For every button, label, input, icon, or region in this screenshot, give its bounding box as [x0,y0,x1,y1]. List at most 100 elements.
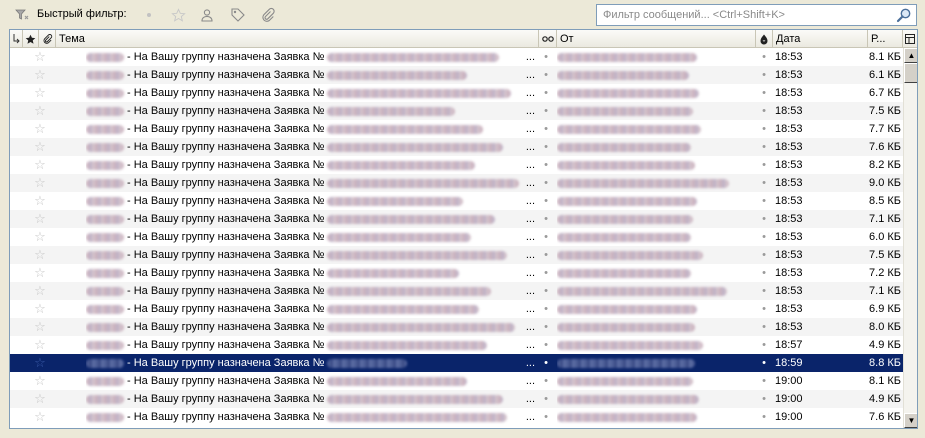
junk-status-icon[interactable]: • [760,192,768,210]
star-toggle-icon[interactable]: ☆ [31,138,49,156]
read-status-icon[interactable]: • [542,408,550,426]
message-filter-input[interactable]: Фильтр сообщений... <Ctrl+Shift+K> [596,4,917,26]
star-toggle-icon[interactable]: ☆ [31,390,49,408]
junk-status-icon[interactable]: • [760,174,768,192]
junk-status-icon[interactable]: • [760,318,768,336]
scroll-down-button[interactable]: ▼ [904,413,917,428]
read-status-icon[interactable]: • [542,210,550,228]
star-toggle-icon[interactable]: ☆ [31,102,49,120]
junk-status-icon[interactable]: • [760,246,768,264]
message-row[interactable]: ☆ - На Вашу группу назначена Заявка №... •… [10,66,903,84]
date-column-header[interactable]: Дата [773,30,868,48]
message-row[interactable]: ☆ - На Вашу группу назначена Заявка №... •… [10,102,903,120]
message-row[interactable]: ☆ - На Вашу группу назначена Заявка №... •… [10,264,903,282]
star-toggle-icon[interactable]: ☆ [31,192,49,210]
vertical-scrollbar[interactable]: ▲ ▼ [903,48,917,428]
star-toggle-icon[interactable]: ☆ [31,300,49,318]
message-row[interactable]: ☆ - На Вашу группу назначена Заявка №... •… [10,282,903,300]
star-toggle-icon[interactable]: ☆ [31,336,49,354]
read-status-icon[interactable]: • [542,48,550,66]
read-status-icon[interactable]: • [542,66,550,84]
message-row[interactable]: ☆ - На Вашу группу назначена Заявка №... •… [10,210,903,228]
junk-status-icon[interactable]: • [760,156,768,174]
star-toggle-icon[interactable]: ☆ [31,48,49,66]
junk-status-icon[interactable]: • [760,372,768,390]
message-row[interactable]: ☆ - На Вашу группу назначена Заявка №... •… [10,120,903,138]
read-status-icon[interactable]: • [542,84,550,102]
quick-filter-toggle-icon[interactable] [13,6,31,24]
read-column-icon[interactable] [539,30,557,48]
read-status-icon[interactable]: • [542,138,550,156]
message-row[interactable]: ☆ - На Вашу группу назначена Заявка №... •… [10,138,903,156]
scroll-up-button[interactable]: ▲ [904,48,917,63]
junk-status-icon[interactable]: • [760,48,768,66]
junk-status-icon[interactable]: • [760,354,768,372]
junk-status-icon[interactable]: • [760,138,768,156]
message-row[interactable]: ☆ - На Вашу группу назначена Заявка №... •… [10,48,903,66]
from-column-header[interactable]: От [557,30,756,48]
contact-filter-icon[interactable] [198,6,216,24]
message-row[interactable]: ☆ - На Вашу группу назначена Заявка №... •… [10,174,903,192]
attachment-filter-icon[interactable] [259,6,277,24]
read-status-icon[interactable]: • [542,300,550,318]
junk-status-icon[interactable]: • [760,264,768,282]
column-picker-icon[interactable] [903,30,917,48]
scrollbar-thumb[interactable] [904,63,917,83]
read-status-icon[interactable]: • [542,228,550,246]
subject-column-header[interactable]: Тема [56,30,539,48]
message-row[interactable]: ☆ - На Вашу группу назначена Заявка №... •… [10,318,903,336]
read-status-icon[interactable]: • [542,390,550,408]
junk-status-icon[interactable]: • [760,300,768,318]
attachment-column-icon[interactable] [39,30,56,48]
star-toggle-icon[interactable]: ☆ [31,246,49,264]
message-row[interactable]: ☆ - На Вашу группу назначена Заявка №... •… [10,336,903,354]
read-status-icon[interactable]: • [542,120,550,138]
message-row[interactable]: ☆ - На Вашу группу назначена Заявка №... •… [10,156,903,174]
tag-filter-icon[interactable] [229,6,247,24]
star-toggle-icon[interactable]: ☆ [31,228,49,246]
star-toggle-icon[interactable]: ☆ [31,174,49,192]
search-icon[interactable] [896,7,912,23]
read-status-icon[interactable]: • [542,372,550,390]
junk-status-icon[interactable]: • [760,390,768,408]
message-row[interactable]: ☆ - На Вашу группу назначена Заявка №... •… [10,372,903,390]
junk-status-icon[interactable]: • [760,210,768,228]
message-row[interactable]: ☆ - На Вашу группу назначена Заявка №... •… [10,192,903,210]
message-row[interactable]: ☆ - На Вашу группу назначена Заявка №... •… [10,246,903,264]
star-toggle-icon[interactable]: ☆ [31,120,49,138]
read-status-icon[interactable]: • [542,282,550,300]
read-status-icon[interactable]: • [542,156,550,174]
junk-status-icon[interactable]: • [760,336,768,354]
junk-status-icon[interactable]: • [760,408,768,426]
star-toggle-icon[interactable]: ☆ [31,372,49,390]
star-toggle-icon[interactable]: ☆ [31,210,49,228]
read-status-icon[interactable]: • [542,336,550,354]
junk-status-icon[interactable]: • [760,282,768,300]
read-status-icon[interactable]: • [542,264,550,282]
star-toggle-icon[interactable]: ☆ [31,84,49,102]
star-toggle-icon[interactable]: ☆ [31,156,49,174]
junk-column-icon[interactable] [756,30,773,48]
star-toggle-icon[interactable]: ☆ [31,282,49,300]
star-toggle-icon[interactable]: ☆ [31,408,49,426]
star-column-icon[interactable] [23,30,39,48]
message-row[interactable]: ☆ - На Вашу группу назначена Заявка №... •… [10,228,903,246]
read-status-icon[interactable]: • [542,174,550,192]
star-toggle-icon[interactable]: ☆ [31,354,49,372]
read-status-icon[interactable]: • [542,102,550,120]
star-toggle-icon[interactable]: ☆ [31,318,49,336]
message-row[interactable]: ☆ - На Вашу группу назначена Заявка №... •… [10,354,903,372]
junk-status-icon[interactable]: • [760,228,768,246]
message-row[interactable]: ☆ - На Вашу группу назначена Заявка №... •… [10,300,903,318]
read-status-icon[interactable]: • [542,192,550,210]
starred-filter-icon[interactable] [169,6,187,24]
thread-column-icon[interactable] [10,30,23,48]
size-column-header[interactable]: Р... [868,30,903,48]
read-status-icon[interactable]: • [542,246,550,264]
junk-status-icon[interactable]: • [760,84,768,102]
junk-status-icon[interactable]: • [760,120,768,138]
read-status-icon[interactable]: • [542,318,550,336]
message-row[interactable]: ☆ - На Вашу группу назначена Заявка №... •… [10,84,903,102]
junk-status-icon[interactable]: • [760,66,768,84]
star-toggle-icon[interactable]: ☆ [31,66,49,84]
